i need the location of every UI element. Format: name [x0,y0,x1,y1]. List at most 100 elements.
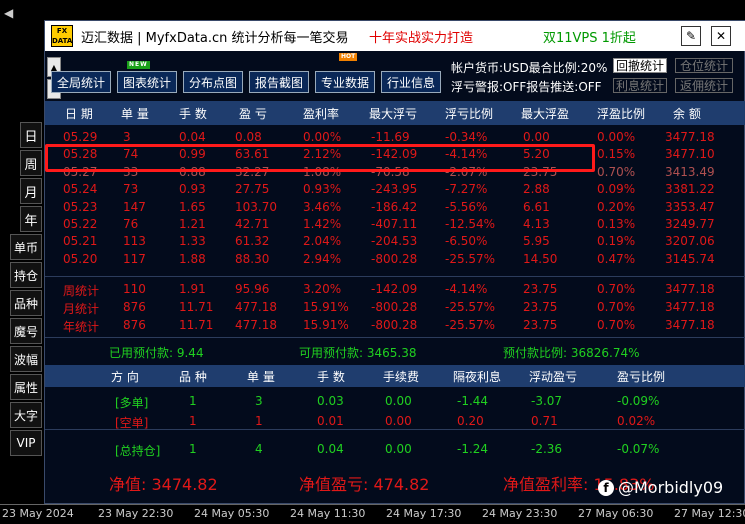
table-cell: 3477.18 [665,318,715,332]
col-max-float-loss: 最大浮亏 [369,107,418,121]
table-cell: 103.70 [235,199,277,214]
table-cell: -142.09 [371,282,418,296]
table-row[interactable]: 05.24 73 0.93 27.75 0.93% -243.95 -7.27% 2.88 0.… [45,181,745,198]
position-stats-button[interactable]: 仓位统计 [675,58,733,73]
global-stats-button[interactable]: 全局统计 [51,71,111,93]
axis-tick: 24 May 23:30 [482,507,558,520]
position-cell: -0.09% [617,394,660,408]
title-slogan[interactable]: 十年实战实力打造 [369,27,473,46]
col-balance: 余 额 [673,107,701,121]
tab-day[interactable]: 日 [20,122,42,148]
pos-col-symbol: 品 种 [179,370,207,384]
table-cell: 05.21 [63,234,98,249]
tab-magic[interactable]: 魔号 [10,318,42,344]
position-row[interactable]: [总持仓] 1 4 0.04 0.00 -1.24 -2.36 -0.07% [45,441,745,458]
watermark: f @Morbidly09 [598,478,723,497]
scroll-left-icon[interactable]: ◀ [4,6,13,20]
tab-positions[interactable]: 持仓 [10,262,42,288]
table-row[interactable]: 月统计 876 11.71 477.18 15.91% -800.28 -25.57% 23.… [45,299,745,316]
pos-col-commission: 手续费 [383,370,420,384]
table-cell: -186.42 [371,199,418,214]
table-cell: 1.65 [179,199,206,214]
net-value: 净值: 3474.82 [109,475,218,494]
position-cell: -2.36 [531,442,563,456]
table-row[interactable]: 周统计 110 1.91 95.96 3.20% -142.09 -4.14% 23.75 0.… [45,281,745,298]
table-cell: 05.29 [63,130,98,144]
table-cell: 3477.18 [665,282,715,296]
col-pnl: 盈 亏 [239,107,267,121]
close-icon[interactable]: ✕ [711,26,731,46]
table-row[interactable]: 05.21 113 1.33 61.32 2.04% -204.53 -6.50% 5.95 0… [45,233,745,250]
table-cell: 0.93 [179,182,206,197]
table-cell: 15.91% [303,318,349,332]
table-cell: 1.33 [179,234,206,249]
tab-volatility[interactable]: 波幅 [10,346,42,372]
table-cell: 3207.06 [665,234,715,249]
drawdown-stats-button[interactable]: 回撤统计 [613,58,667,73]
divider [45,276,745,277]
tab-properties[interactable]: 属性 [10,374,42,400]
position-row[interactable]: [多单] 1 3 0.03 0.00 -1.44 -3.07 -0.09% [45,393,745,410]
table-cell: 0.09% [597,182,636,197]
tab-large-font[interactable]: 大字 [10,402,42,428]
position-cell: -3.07 [531,394,563,408]
watermark-handle: @Morbidly09 [618,478,724,497]
table-row[interactable]: 05.20 117 1.88 88.30 2.94% -800.28 -25.57% 14.5… [45,251,745,268]
vps-promo-link[interactable]: 双11VPS 1折起 [543,27,636,46]
tab-symbols[interactable]: 品种 [10,290,42,316]
table-cell: -12.54% [445,217,496,231]
pro-data-button[interactable]: 专业数据 [315,71,375,93]
table-cell: -800.28 [371,318,418,332]
table-row[interactable]: 05.22 76 1.21 42.71 1.42% -407.11 -12.54% 4.13 0… [45,216,745,233]
tab-month[interactable]: 月 [20,178,42,204]
window-title: 迈汇数据 | MyfxData.cn 统计分析每一笔交易 [81,31,349,46]
account-currency-info: 帐户货币:USD最合比例:20% [451,61,608,75]
distribution-button[interactable]: 分布点图 [183,71,243,93]
table-cell: 4.13 [523,217,550,231]
table-cell: 3477.18 [665,130,715,144]
pos-col-lots: 手 数 [317,370,345,384]
highlight-box [45,144,595,172]
table-cell: 876 [123,300,146,314]
table-cell: 73 [123,182,139,197]
col-max-float-profit: 最大浮盈 [521,107,570,121]
tab-year[interactable]: 年 [20,206,42,232]
table-cell: 05.24 [63,182,98,197]
facebook-icon: f [598,479,614,496]
table-row[interactable]: 05.23 147 1.65 103.70 3.46% -186.42 -5.56% 6.61… [45,199,745,216]
table-cell: 0.04 [179,130,206,144]
tab-single-currency[interactable]: 单币 [10,234,42,260]
table-cell: 2.04% [303,234,342,249]
table-row[interactable]: 年统计 876 11.71 477.18 15.91% -800.28 -25.57% 23.… [45,317,745,334]
position-cell: 0.01 [317,414,344,428]
rebate-stats-button[interactable]: 返佣统计 [675,78,733,93]
axis-tick: 23 May 22:30 [98,507,174,520]
position-row[interactable]: [空单] 1 1 0.01 0.00 0.20 0.71 0.02% [45,413,745,430]
position-cell: 0.00 [385,442,412,456]
industry-info-button[interactable]: 行业信息 [381,71,441,93]
pos-col-orders: 单 量 [247,370,275,384]
report-screenshot-button[interactable]: 报告截图 [249,71,309,93]
edit-icon[interactable]: ✎ [681,26,701,46]
interest-stats-button[interactable]: 利息统计 [613,78,667,93]
position-cell: [多单] [115,396,149,410]
table-cell: -4.14% [445,282,488,296]
table-cell: 0.20% [597,199,636,214]
table-cell: 147 [123,199,146,214]
table-cell: -243.95 [371,182,418,197]
tab-vip[interactable]: VIP [10,430,42,456]
table-cell: 0.70% [597,318,636,332]
table-cell: 3413.49 [665,164,715,179]
col-profit-rate: 盈利率 [303,107,340,121]
table-cell: 3353.47 [665,199,715,214]
axis-tick: 23 May 2024 [2,507,74,520]
chart-stats-button[interactable]: 图表统计 [117,71,177,93]
position-cell: -0.07% [617,442,660,456]
position-cell: 0.00 [385,394,412,408]
table-cell: 2.94% [303,251,342,266]
table-cell: 3477.18 [665,300,715,314]
margin-ratio: 预付款比例: 36826.74% [503,346,640,360]
table-cell: 1.91 [179,282,206,296]
tab-week[interactable]: 周 [20,150,42,176]
table-cell: 05.20 [63,251,98,266]
